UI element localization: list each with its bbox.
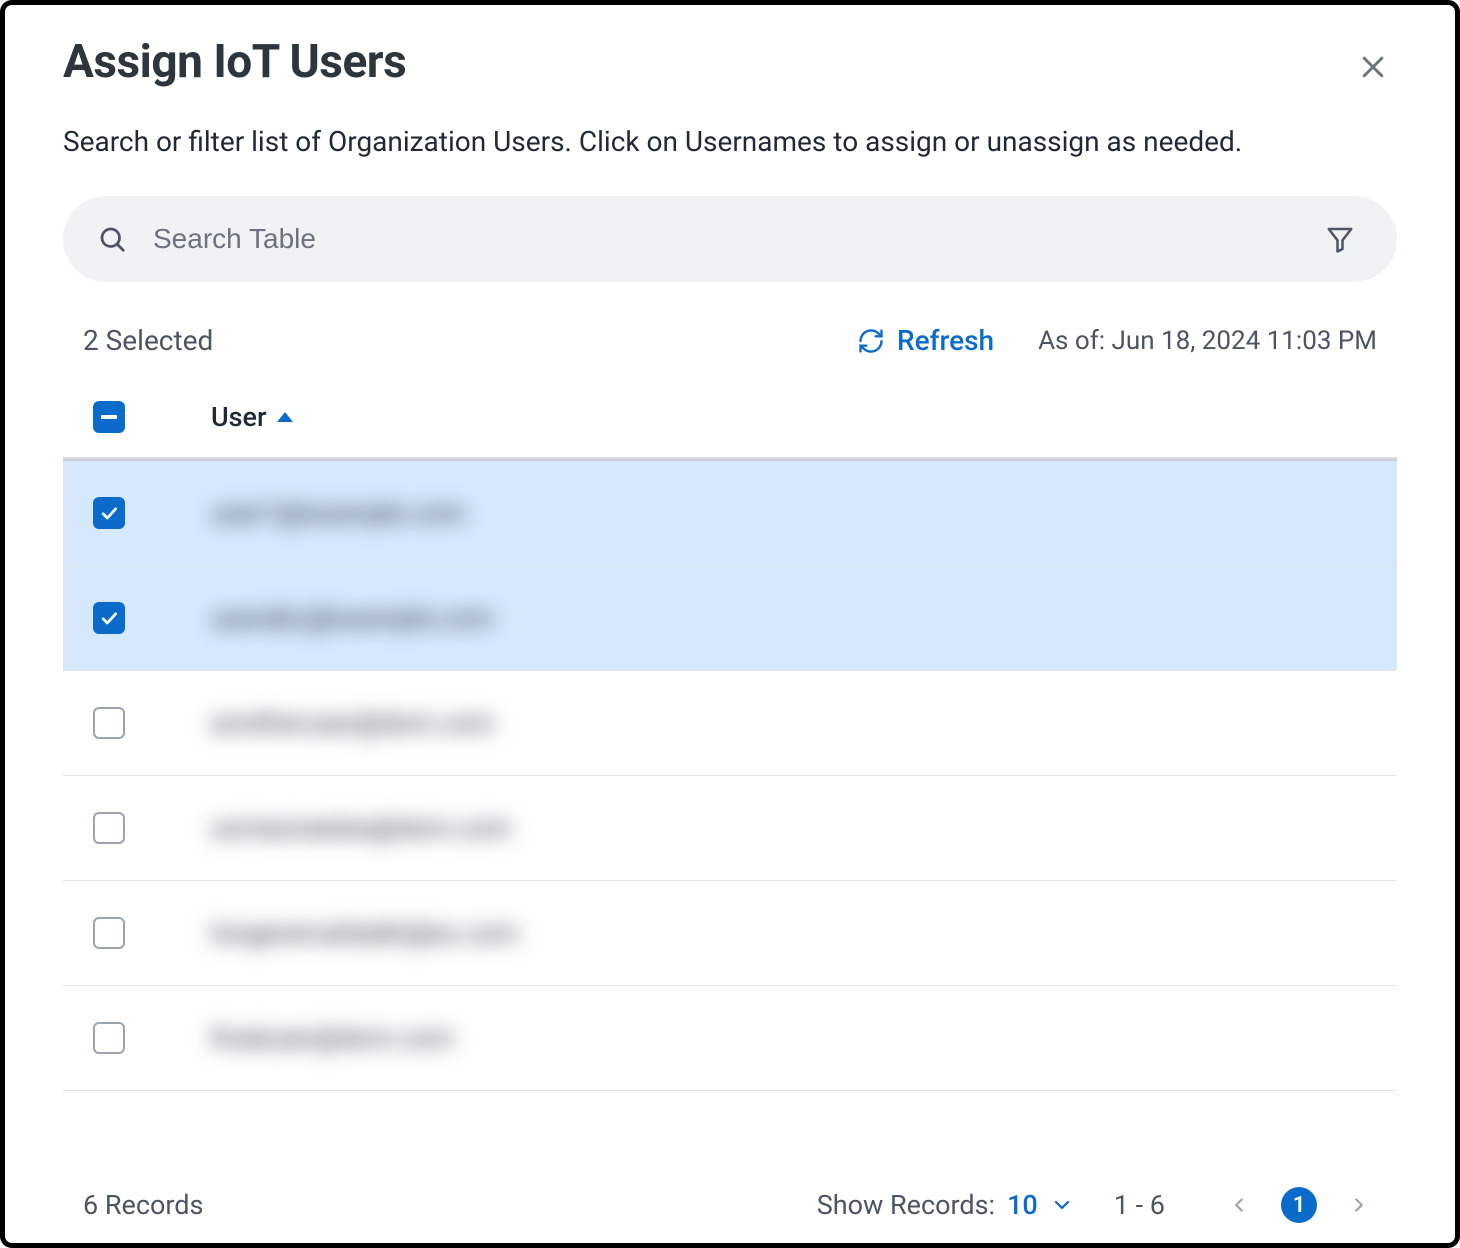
table-row[interactable]: longeremailaddr@ex.com: [63, 881, 1397, 986]
user-cell: longeremailaddr@ex.com: [211, 917, 519, 949]
next-page-button[interactable]: [1341, 1187, 1377, 1223]
prev-page-button[interactable]: [1221, 1187, 1257, 1223]
show-records-label: Show Records:: [817, 1189, 995, 1221]
chevron-right-icon: [1348, 1194, 1370, 1216]
refresh-button[interactable]: Refresh: [857, 324, 994, 357]
user-cell: someoneelse@dom.com: [211, 812, 511, 844]
table-row[interactable]: userabc@example.com: [63, 566, 1397, 671]
column-header-user-label: User: [211, 401, 267, 433]
records-count: 6 Records: [83, 1189, 203, 1221]
row-checkbox[interactable]: [93, 917, 125, 949]
filter-icon: [1325, 224, 1355, 254]
row-checkbox[interactable]: [93, 1022, 125, 1054]
chevron-left-icon: [1228, 1194, 1250, 1216]
row-checkbox[interactable]: [93, 497, 125, 529]
selected-count: 2 Selected: [83, 324, 213, 357]
show-records-select[interactable]: 10: [1007, 1189, 1038, 1221]
user-cell: userabc@example.com: [211, 602, 493, 634]
page-range: 1 - 6: [1114, 1189, 1165, 1221]
column-header-user[interactable]: User: [211, 401, 293, 433]
refresh-label: Refresh: [897, 324, 994, 357]
chevron-down-icon: [1050, 1193, 1074, 1217]
user-cell: anotheruser@dom.com: [211, 707, 494, 739]
table-row[interactable]: anotheruser@dom.com: [63, 671, 1397, 776]
modal-subtitle: Search or filter list of Organization Us…: [63, 125, 1397, 158]
user-cell: user1@example.com: [211, 497, 465, 529]
refresh-icon: [857, 327, 885, 355]
table-header-row: User: [63, 401, 1397, 459]
search-icon: [97, 224, 127, 254]
current-page-badge[interactable]: 1: [1281, 1187, 1317, 1223]
filter-button[interactable]: [1325, 224, 1355, 254]
row-checkbox[interactable]: [93, 812, 125, 844]
as-of-timestamp: As of: Jun 18, 2024 11:03 PM: [1038, 326, 1377, 356]
pagination: 1: [1221, 1187, 1377, 1223]
table-row[interactable]: someoneelse@dom.com: [63, 776, 1397, 881]
search-bar: [63, 196, 1397, 282]
modal-title: Assign IoT Users: [63, 35, 406, 89]
close-button[interactable]: [1349, 43, 1397, 91]
assign-users-modal: Assign IoT Users Search or filter list o…: [5, 5, 1455, 1243]
row-checkbox[interactable]: [93, 707, 125, 739]
table-body: user1@example.com userabc@example.com anot…: [63, 461, 1397, 1091]
table-footer: 6 Records Show Records: 10 1 - 6 1: [63, 1157, 1397, 1243]
current-page-number: 1: [1293, 1193, 1306, 1218]
close-icon: [1358, 52, 1388, 82]
user-cell: finaluser@dom.com: [211, 1022, 453, 1054]
sort-asc-icon: [277, 412, 293, 422]
select-all-checkbox[interactable]: [93, 401, 125, 433]
table-row[interactable]: finaluser@dom.com: [63, 986, 1397, 1091]
table-row[interactable]: user1@example.com: [63, 461, 1397, 566]
search-input[interactable]: [153, 223, 1325, 255]
row-checkbox[interactable]: [93, 602, 125, 634]
show-records-value: 10: [1007, 1189, 1038, 1221]
